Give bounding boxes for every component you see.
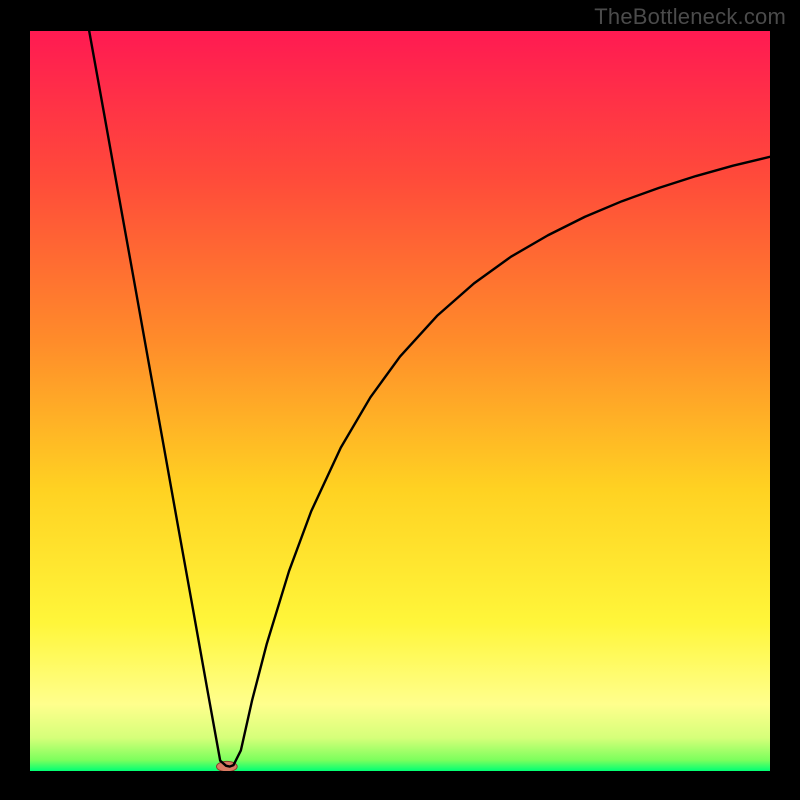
plot-area [30, 31, 770, 771]
chart-frame: TheBottleneck.com [0, 0, 800, 800]
watermark-label: TheBottleneck.com [594, 4, 786, 30]
plot-svg [30, 31, 770, 771]
gradient-background [30, 31, 770, 771]
